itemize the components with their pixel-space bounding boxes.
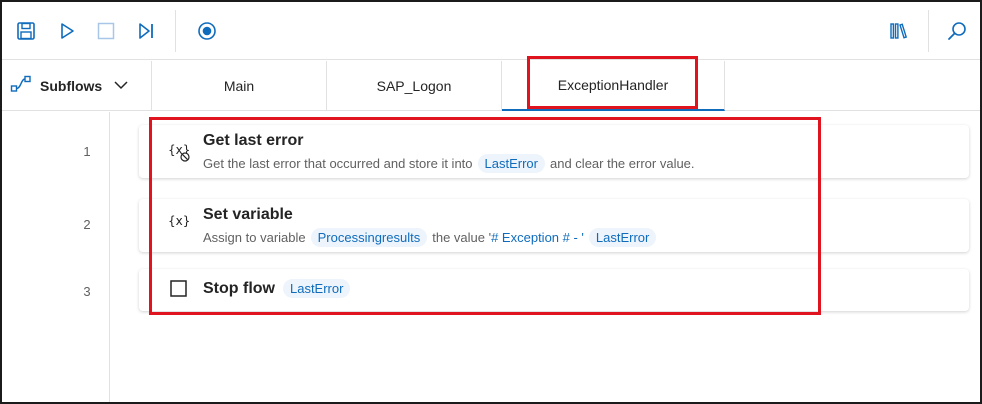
variable-chip: LastError (588, 228, 657, 247)
stop-flow-icon (167, 277, 191, 301)
actions-library-icon[interactable] (887, 19, 911, 43)
chevron-down-icon (114, 77, 128, 95)
tab-label: ExceptionHandler (557, 77, 669, 93)
description-text: Get the last error that occurred and sto… (203, 156, 473, 171)
run-icon[interactable] (55, 19, 79, 43)
action-title: Get last error (203, 132, 304, 149)
tab-exception-handler[interactable]: ExceptionHandler (502, 61, 725, 111)
tab-sap-logon[interactable]: SAP_Logon (327, 61, 502, 111)
description-text: and clear the error value. (550, 156, 695, 171)
search-icon[interactable] (945, 19, 969, 43)
tab-label: SAP_Logon (376, 78, 452, 94)
action-description: Get the last error that occurred and sto… (203, 154, 695, 173)
save-icon[interactable] (14, 19, 38, 43)
variable-chip: LastError (477, 154, 545, 173)
subflows-icon (10, 75, 32, 98)
action-set-variable[interactable]: {x} Set variable Assign to variable Proc… (139, 199, 969, 252)
svg-text:{x}: {x} (168, 214, 190, 228)
action-stop-flow[interactable]: Stop flow LastError (139, 269, 969, 311)
tab-main[interactable]: Main (152, 61, 327, 111)
action-title: Stop flow (203, 279, 275, 297)
subflows-label: Subflows (40, 78, 103, 94)
run-next-action-icon[interactable] (134, 19, 158, 43)
line-number: 1 (83, 144, 91, 159)
description-text: Assign to variable (203, 230, 306, 245)
action-get-last-error[interactable]: {x} Get last error Get the last error th… (139, 125, 969, 178)
action-description: Assign to variable Processingresults the… (203, 228, 661, 247)
variable-icon: {x} (167, 209, 191, 233)
action-title-row: Stop flow LastError (203, 279, 355, 298)
line-number-gutter: 1 2 3 (2, 112, 110, 402)
line-number: 3 (83, 284, 91, 299)
toolbar-separator (175, 10, 176, 52)
record-icon[interactable] (195, 19, 219, 43)
toolbar (2, 2, 980, 60)
action-title: Set variable (203, 206, 293, 223)
description-text: the value ' (432, 230, 492, 245)
stop-icon[interactable] (94, 19, 118, 43)
subflows-dropdown[interactable]: Subflows (2, 61, 152, 111)
line-number: 2 (83, 217, 91, 232)
variable-chip: Processingresults (310, 228, 428, 247)
tab-label: Main (223, 78, 255, 94)
literal-text: # Exception # - ' (491, 230, 584, 245)
get-last-error-icon: {x} (167, 139, 191, 163)
variable-chip: LastError (282, 279, 351, 298)
toolbar-separator (928, 10, 929, 52)
subflow-tab-bar: Subflows Main SAP_Logon ExceptionHandler (2, 61, 980, 111)
